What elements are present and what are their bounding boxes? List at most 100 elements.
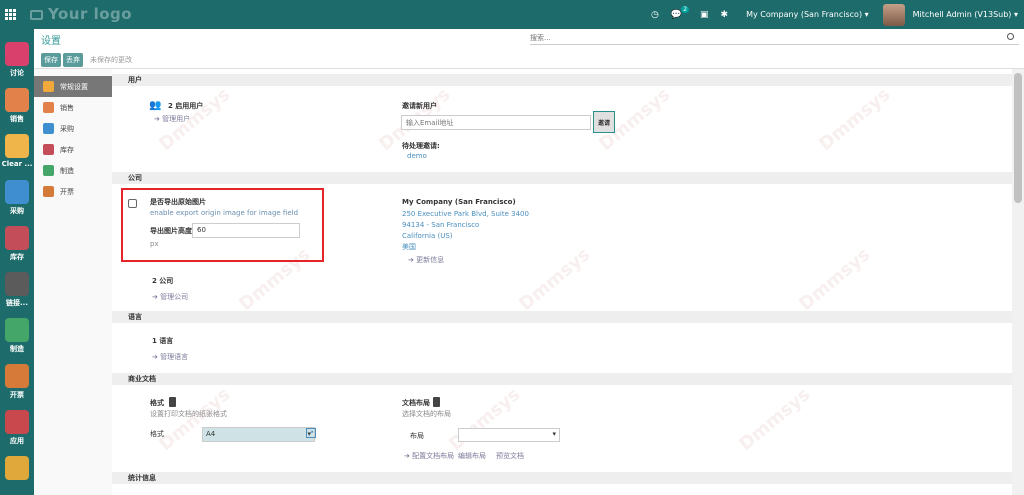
sidebar-item-label: 销售 bbox=[60, 103, 74, 112]
sidebar-item-label: 制造 bbox=[60, 166, 74, 175]
app-6[interactable]: 制造 bbox=[0, 305, 34, 353]
sidebar-item-label: 采购 bbox=[60, 124, 74, 133]
app-5[interactable]: 链接... bbox=[0, 259, 34, 307]
pending-user-link[interactable]: demo bbox=[407, 152, 427, 160]
languages-count: 1 语言 bbox=[152, 337, 174, 345]
app-9[interactable] bbox=[0, 443, 34, 489]
export-image-checkbox[interactable] bbox=[128, 199, 137, 208]
search-input[interactable] bbox=[530, 31, 1019, 45]
company-address-4: 美国 bbox=[402, 243, 416, 251]
sidebar-item-label: 常规设置 bbox=[60, 82, 88, 91]
update-info-link[interactable]: ➔ 更新信息 bbox=[408, 255, 444, 265]
search-icon[interactable] bbox=[1007, 33, 1014, 40]
pending-invites-label: 待处理邀请: bbox=[402, 142, 440, 150]
sidebar-item-4[interactable]: 制造 bbox=[34, 160, 112, 181]
section-stats: 统计信息 bbox=[112, 472, 1012, 484]
external-link-icon[interactable]: ↗ bbox=[306, 428, 316, 438]
invite-label: 邀请新用户 bbox=[402, 102, 437, 110]
scrollbar[interactable] bbox=[1012, 69, 1024, 495]
image-height-label: 导出图片高度 bbox=[150, 227, 192, 235]
settings-content: Dmmsys Dmmsys Dmmsys Dmmsys Dmmsys Dmmsy… bbox=[112, 69, 1012, 495]
control-panel: 设置 保存 丢弃 未保存的更改 bbox=[34, 29, 1024, 69]
paper-format-desc: 设置打印文档的纸张格式 bbox=[150, 410, 227, 418]
user-menu[interactable]: Mitchell Admin (V13Sub) ▾ bbox=[913, 10, 1018, 19]
user-avatar[interactable] bbox=[882, 3, 905, 26]
module-icon bbox=[43, 165, 54, 176]
app-tile-icon bbox=[5, 456, 29, 480]
app-4[interactable]: 库存 bbox=[0, 213, 34, 261]
sidebar-item-0[interactable]: 常规设置 bbox=[34, 76, 112, 97]
company-switcher[interactable]: My Company (San Francisco) ▾ bbox=[746, 10, 869, 19]
manage-languages-link[interactable]: ➔ 管理语言 bbox=[152, 352, 188, 362]
configure-layout-link[interactable]: ➔ 配置文档布局 bbox=[404, 451, 454, 461]
watermark: Dmmsys bbox=[735, 383, 815, 456]
app-tile-icon bbox=[5, 410, 29, 434]
chevron-down-icon: ▾ bbox=[552, 430, 556, 438]
document-layout-desc: 选择文档的布局 bbox=[402, 410, 451, 418]
app-7[interactable]: 开票 bbox=[0, 351, 34, 399]
users-icon: 👥 bbox=[149, 100, 162, 111]
paper-format-select[interactable]: A4 ▾ bbox=[202, 427, 315, 442]
active-users-count: 2 启用用户 bbox=[168, 102, 204, 110]
company-address-1: 250 Executive Park Blvd, Suite 3400 bbox=[402, 210, 529, 218]
manage-companies-link[interactable]: ➔ 管理公司 bbox=[152, 292, 188, 302]
camera-icon bbox=[30, 9, 43, 20]
layout-label: 布局 bbox=[410, 432, 424, 440]
sidebar-item-5[interactable]: 开票 bbox=[34, 181, 112, 202]
settings-sidebar: 常规设置销售采购库存制造开票 bbox=[34, 69, 112, 495]
unsaved-changes-label: 未保存的更改 bbox=[90, 56, 132, 64]
discard-button[interactable]: 丢弃 bbox=[63, 53, 83, 67]
app-0[interactable]: 讨论 bbox=[0, 29, 34, 77]
top-navbar: Your logo ◷ 💬 2 ▣ ✱ My Company (San Franc… bbox=[0, 0, 1024, 29]
section-users: 用户 bbox=[112, 74, 1012, 86]
sidebar-item-3[interactable]: 库存 bbox=[34, 139, 112, 160]
app-3[interactable]: 采购 bbox=[0, 167, 34, 215]
app-2[interactable]: Clear ... bbox=[0, 121, 34, 168]
paper-format-value: A4 bbox=[206, 430, 216, 438]
app-menu-icon[interactable] bbox=[5, 9, 16, 20]
export-image-title: 是否导出原始图片 bbox=[150, 198, 206, 206]
app-tile-icon bbox=[5, 42, 29, 66]
manage-users-link[interactable]: ➔ 管理用户 bbox=[154, 114, 190, 124]
gift-icon[interactable]: ▣ bbox=[700, 10, 709, 20]
save-button[interactable]: 保存 bbox=[41, 53, 61, 67]
company-logo: Your logo bbox=[30, 5, 132, 23]
image-height-unit: px bbox=[150, 240, 159, 248]
paper-format-label: 格式 bbox=[150, 430, 164, 438]
chat-icon[interactable]: 💬 2 bbox=[671, 5, 690, 20]
apps-sidebar: 讨论 销售 Clear ... 采购 库存 链接... 制造 开票 应用 bbox=[0, 29, 34, 495]
edit-layout-link[interactable]: 编辑布局 bbox=[458, 451, 486, 461]
section-company: 公司 bbox=[112, 172, 1012, 184]
company-address-2: 94134 - San Francisco bbox=[402, 221, 480, 229]
module-icon bbox=[43, 102, 54, 113]
app-8[interactable]: 应用 bbox=[0, 397, 34, 445]
clock-icon[interactable]: ◷ bbox=[651, 10, 659, 20]
invite-button[interactable]: 邀请 bbox=[593, 111, 615, 133]
layout-select[interactable]: ▾ bbox=[458, 428, 560, 442]
image-height-input[interactable]: 60 bbox=[192, 223, 300, 238]
paper-format-title: 格式 bbox=[150, 399, 164, 407]
preview-document-link[interactable]: 预览文档 bbox=[496, 451, 524, 461]
message-badge: 2 bbox=[681, 5, 690, 13]
section-business-docs: 商业文档 bbox=[112, 373, 1012, 385]
sidebar-item-label: 库存 bbox=[60, 145, 74, 154]
app-tile-icon bbox=[5, 364, 29, 388]
company-address-3: California (US) bbox=[402, 232, 453, 240]
export-image-desc: enable export origin image for image fie… bbox=[150, 209, 299, 217]
app-1[interactable]: 销售 bbox=[0, 75, 34, 123]
module-icon bbox=[43, 186, 54, 197]
invite-email-input[interactable] bbox=[401, 115, 591, 130]
bug-icon[interactable]: ✱ bbox=[721, 10, 729, 20]
sidebar-item-2[interactable]: 采购 bbox=[34, 118, 112, 139]
sidebar-item-label: 开票 bbox=[60, 187, 74, 196]
app-tile-icon bbox=[5, 88, 29, 112]
watermark: Dmmsys bbox=[445, 383, 525, 456]
scrollbar-thumb[interactable] bbox=[1014, 73, 1022, 203]
watermark: Dmmsys bbox=[155, 383, 235, 456]
section-languages: 语言 bbox=[112, 311, 1012, 323]
company-name: My Company (San Francisco) bbox=[402, 198, 516, 206]
module-icon bbox=[43, 81, 54, 92]
sidebar-item-1[interactable]: 销售 bbox=[34, 97, 112, 118]
company-specific-icon bbox=[433, 397, 440, 407]
page-title: 设置 bbox=[41, 36, 61, 47]
